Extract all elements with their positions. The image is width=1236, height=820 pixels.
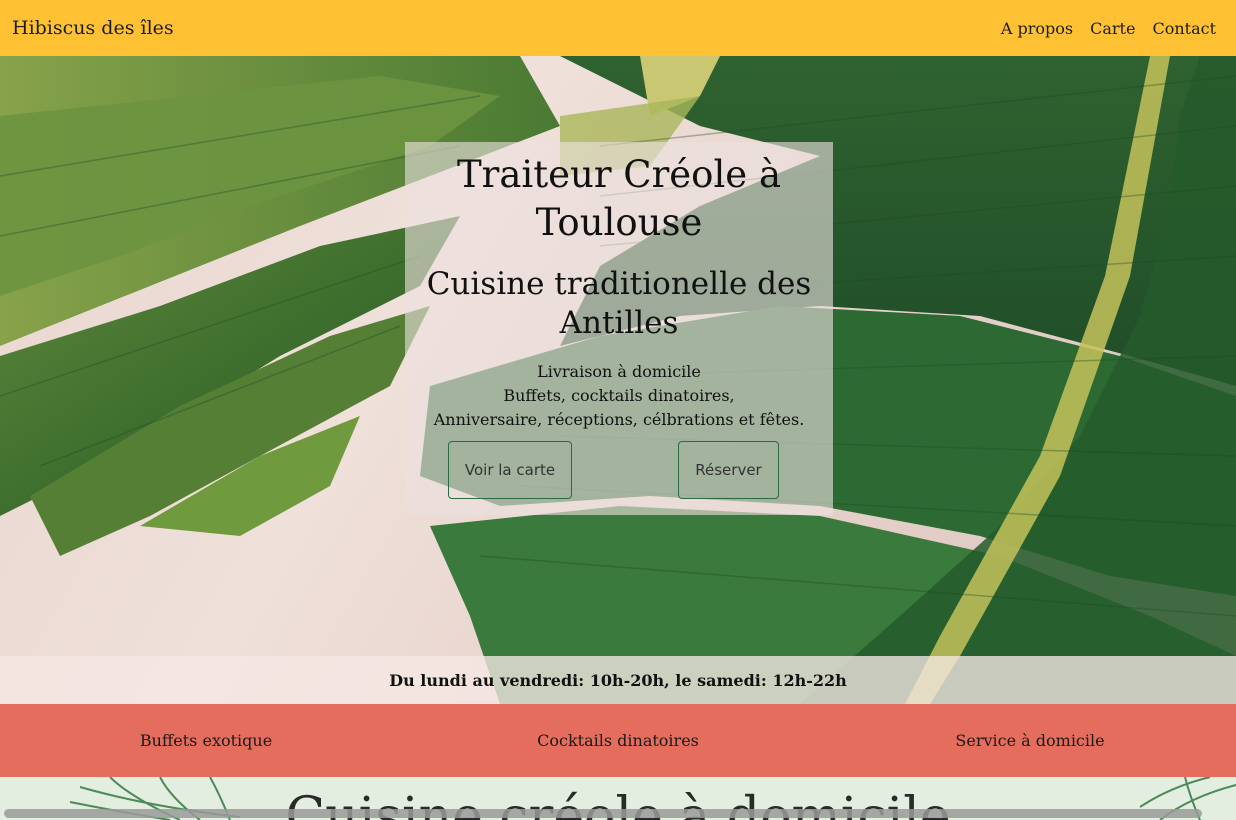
nav-link-about[interactable]: A propos (1001, 19, 1073, 38)
hero-line-buffets: Buffets, cocktails dinatoires, (503, 386, 735, 405)
services-strip: Buffets exotique Cocktails dinatoires Se… (0, 704, 1236, 777)
hero-title: Traiteur Créole à Toulouse (456, 153, 782, 244)
hero-section: Traiteur Créole à Toulouse Cuisine tradi… (0, 56, 1236, 704)
top-navbar: Hibiscus des îles A propos Carte Contact (0, 0, 1236, 56)
hero-line-events: Anniversaire, réceptions, célbrations et… (433, 410, 805, 429)
hero-subtitle: Cuisine traditionelle des Antilles (426, 266, 812, 341)
nav-link-menu[interactable]: Carte (1090, 19, 1135, 38)
horizontal-scrollbar[interactable] (4, 809, 1202, 818)
service-home-delivery: Service à domicile (955, 731, 1105, 750)
main-nav: A propos Carte Contact (1001, 19, 1216, 38)
view-menu-button[interactable]: Voir la carte (448, 441, 572, 499)
brand-logo-text[interactable]: Hibiscus des îles (12, 17, 174, 39)
service-buffets: Buffets exotique (139, 731, 273, 750)
opening-hours-bar: Du lundi au vendredi: 10h-20h, le samedi… (0, 656, 1236, 704)
service-cocktails: Cocktails dinatoires (537, 731, 699, 750)
hero-line-delivery: Livraison à domicile (537, 362, 701, 381)
hero-description: Livraison à domicile Buffets, cocktails … (405, 360, 833, 432)
nav-link-contact[interactable]: Contact (1152, 19, 1216, 38)
hero-card: Traiteur Créole à Toulouse Cuisine tradi… (405, 142, 833, 515)
reserve-button[interactable]: Réserver (678, 441, 779, 499)
